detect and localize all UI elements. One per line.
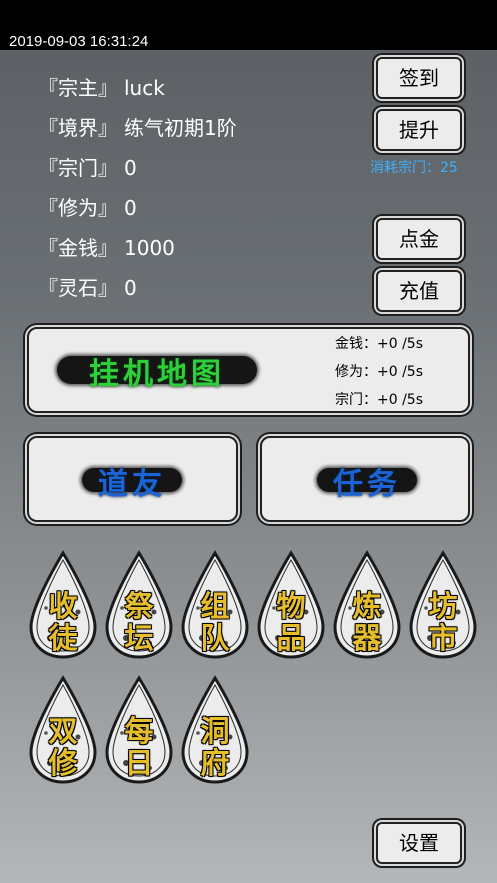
stat-label: 『金钱』 bbox=[38, 236, 118, 260]
menu-glyph-top: 祭 bbox=[124, 589, 154, 623]
menu-glyph-bottom: 府 bbox=[200, 746, 230, 780]
idle-map-title: 挂机地图 bbox=[89, 357, 225, 392]
menu-glyph-bottom: 日 bbox=[124, 746, 154, 780]
stat-label: 『宗门』 bbox=[38, 156, 118, 180]
stat-money: 『金钱』 1000 bbox=[38, 232, 175, 261]
menu-glyph-top: 物 bbox=[276, 589, 306, 623]
rate-cultivation: 修为：+0 /5s bbox=[335, 358, 423, 386]
menu-drop-team[interactable]: 组队 bbox=[180, 550, 250, 660]
stat-sect-master: 『宗主』 luck bbox=[38, 72, 165, 101]
rate-value: +0 /5s bbox=[377, 336, 424, 352]
rate-money: 金钱：+0 /5s bbox=[335, 330, 423, 358]
menu-drop-cave[interactable]: 洞府 bbox=[180, 675, 250, 785]
menu-glyph-top: 每 bbox=[124, 714, 154, 748]
menu-glyph-bottom: 队 bbox=[200, 621, 230, 655]
upgrade-button[interactable]: 提升 bbox=[376, 109, 462, 151]
rate-label: 宗门： bbox=[335, 392, 377, 408]
stat-realm: 『境界』 练气初期1阶 bbox=[38, 112, 237, 141]
friends-panel[interactable]: 道友 bbox=[27, 436, 238, 522]
stat-label: 『宗主』 bbox=[38, 76, 118, 100]
menu-glyph-bottom: 器 bbox=[352, 621, 382, 655]
menu-drop-daily[interactable]: 每日 bbox=[104, 675, 174, 785]
stat-value: 练气初期1阶 bbox=[124, 116, 237, 140]
recharge-button[interactable]: 充值 bbox=[376, 270, 462, 312]
menu-glyph-top: 双 bbox=[48, 714, 78, 748]
stat-sect: 『宗门』 0 bbox=[38, 152, 137, 181]
menu-glyph-top: 组 bbox=[200, 589, 230, 623]
menu-glyph-top: 洞 bbox=[200, 714, 230, 748]
rate-sect: 宗门：+0 /5s bbox=[335, 386, 423, 414]
friends-title: 道友 bbox=[98, 467, 166, 502]
menu-glyph-bottom: 品 bbox=[276, 621, 306, 655]
settings-button[interactable]: 设置 bbox=[376, 822, 462, 864]
menu-glyph-top: 炼 bbox=[352, 589, 382, 623]
stat-cultivation: 『修为』 0 bbox=[38, 192, 137, 221]
tasks-panel[interactable]: 任务 bbox=[260, 436, 470, 522]
rate-label: 修为： bbox=[335, 364, 377, 380]
idle-rates: 金钱：+0 /5s 修为：+0 /5s 宗门：+0 /5s bbox=[335, 330, 423, 414]
stat-label: 『灵石』 bbox=[38, 276, 118, 300]
stat-label: 『修为』 bbox=[38, 196, 118, 220]
menu-drop-forge[interactable]: 炼器 bbox=[332, 550, 402, 660]
rate-value: +0 /5s bbox=[377, 364, 424, 380]
status-datetime: 2019-09-03 16:31:24 bbox=[9, 33, 149, 50]
rate-value: +0 /5s bbox=[377, 392, 424, 408]
menu-glyph-bottom: 坛 bbox=[124, 621, 154, 655]
menu-drop-market[interactable]: 坊市 bbox=[408, 550, 478, 660]
stat-label: 『境界』 bbox=[38, 116, 118, 140]
menu-glyph-bottom: 市 bbox=[428, 621, 458, 655]
stat-value: 0 bbox=[124, 196, 137, 220]
checkin-button[interactable]: 签到 bbox=[376, 57, 462, 99]
menu-drop-dual-cultivation[interactable]: 双修 bbox=[28, 675, 98, 785]
menu-glyph-top: 坊 bbox=[428, 589, 458, 623]
menu-glyph-bottom: 徒 bbox=[48, 621, 78, 655]
stat-value: luck bbox=[124, 76, 165, 100]
stat-spirit-stone: 『灵石』 0 bbox=[38, 272, 137, 301]
stat-value: 0 bbox=[124, 276, 137, 300]
menu-drop-recruit[interactable]: 收徒 bbox=[28, 550, 98, 660]
rate-label: 金钱： bbox=[335, 336, 377, 352]
menu-glyph-bottom: 修 bbox=[48, 746, 78, 780]
menu-drop-items[interactable]: 物品 bbox=[256, 550, 326, 660]
tasks-title: 任务 bbox=[333, 467, 401, 502]
stat-value: 1000 bbox=[124, 236, 175, 260]
menu-glyph-top: 收 bbox=[48, 589, 78, 623]
status-bar: 2019-09-03 16:31:24 bbox=[0, 0, 497, 50]
gold-tap-button[interactable]: 点金 bbox=[376, 218, 462, 260]
menu-drop-altar[interactable]: 祭坛 bbox=[104, 550, 174, 660]
upgrade-cost-label: 消耗宗门：25 bbox=[370, 160, 458, 176]
stat-value: 0 bbox=[124, 156, 137, 180]
